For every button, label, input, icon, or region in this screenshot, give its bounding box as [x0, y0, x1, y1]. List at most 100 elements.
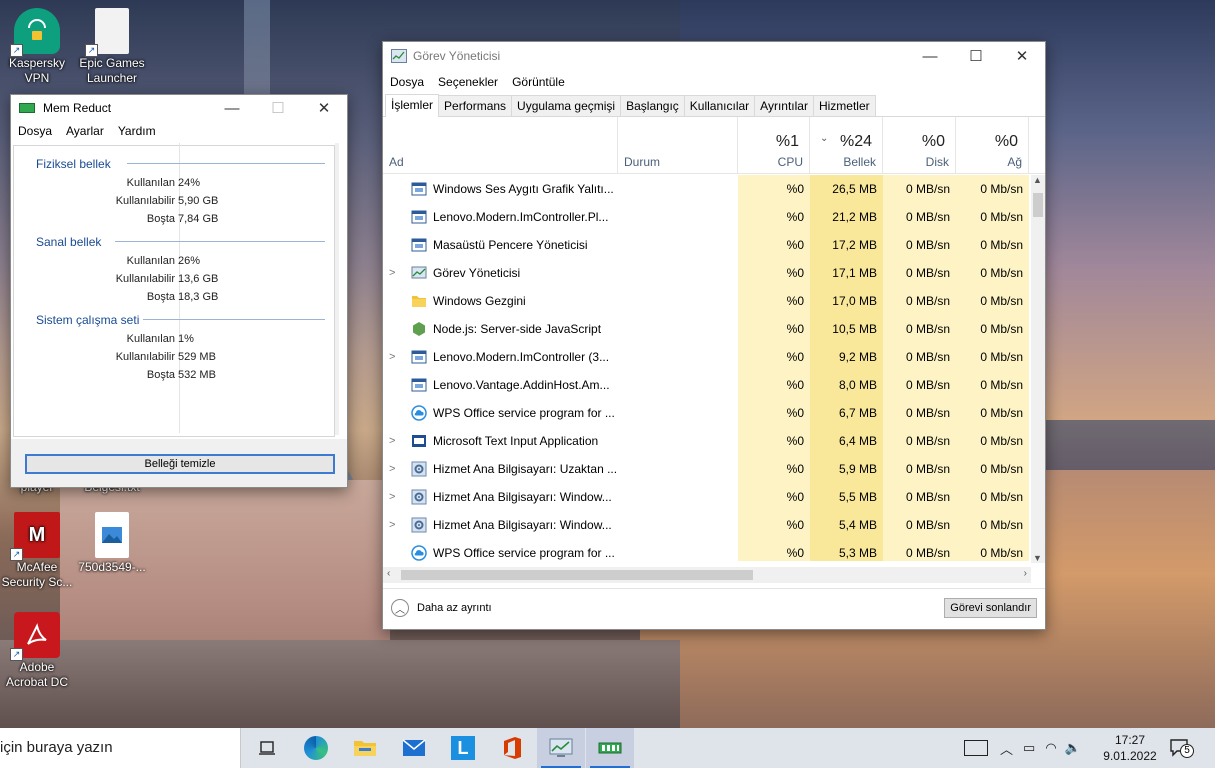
end-task-button[interactable]: Görevi sonlandır [944, 598, 1037, 618]
clean-memory-button[interactable]: Belleği temizle [25, 454, 335, 474]
tab-details[interactable]: Ayrıntılar [754, 95, 814, 116]
maximize-button[interactable]: ☐ [953, 43, 999, 69]
tab-users[interactable]: Kullanıcılar [683, 95, 756, 116]
tab-startup[interactable]: Başlangıç [620, 95, 685, 116]
minimize-button[interactable]: — [209, 95, 255, 121]
taskmgr-menubar: Dosya Seçenekler Görüntüle [383, 72, 1045, 92]
expand-chevron-icon[interactable]: > [389, 343, 395, 371]
expand-chevron-icon[interactable]: > [389, 427, 395, 455]
taskbar-mail[interactable] [390, 728, 438, 768]
column-header-network[interactable]: %0 Ağ [956, 117, 1029, 173]
desktop-icon-mcafee[interactable]: M ↗ McAfee Security Sc... [0, 512, 74, 590]
taskbar-edge[interactable] [292, 728, 340, 768]
scroll-up-icon[interactable]: ▲ [1033, 175, 1042, 185]
process-row[interactable]: > Hizmet Ana Bilgisayarı: Window... %0 5,5 … [383, 483, 1029, 511]
menu-goruntule[interactable]: Görüntüle [512, 75, 565, 89]
process-row[interactable]: Windows Gezgini %0 17,0 MB 0 MB/sn 0 Mb/sn [383, 287, 1029, 315]
process-row[interactable]: > Hizmet Ana Bilgisayarı: Window... %0 5,4 … [383, 511, 1029, 539]
menu-secenekler[interactable]: Seçenekler [438, 75, 498, 89]
menu-dosya[interactable]: Dosya [18, 124, 52, 138]
process-row[interactable]: Lenovo.Modern.ImController.Pl... %0 21,2 M… [383, 203, 1029, 231]
show-hidden-icons-icon[interactable]: ︿ [1000, 739, 1013, 758]
tab-app-history[interactable]: Uygulama geçmişi [511, 95, 622, 116]
process-row[interactable]: > Hizmet Ana Bilgisayarı: Uzaktan ... %0 5,… [383, 455, 1029, 483]
maximize-button[interactable]: ☐ [255, 95, 301, 121]
column-header-memory[interactable]: ⌄ %24 Bellek [810, 117, 883, 173]
memreduct-icon [598, 742, 622, 754]
process-row[interactable]: Windows Ses Aygıtı Grafik Yalıtı... %0 26,… [383, 175, 1029, 203]
panel-scrollbar[interactable] [335, 143, 339, 435]
taskmgr-window: Görev Yöneticisi — ☐ ✕ Dosya Seçenekler … [382, 41, 1046, 630]
clock[interactable]: 17:27 9.01.2022 [1100, 732, 1160, 764]
process-row[interactable]: > Lenovo.Modern.ImController (3... %0 9,2 M… [383, 343, 1029, 371]
horizontal-scrollbar[interactable]: ‹ › [383, 567, 1031, 583]
process-disk: 0 MB/sn [883, 259, 956, 287]
process-memory: 6,7 MB [810, 399, 883, 427]
wifi-icon[interactable]: ◠ [1045, 740, 1056, 756]
stat-value: 532 MB [178, 369, 216, 381]
vertical-scrollbar[interactable]: ▲ ▼ [1031, 175, 1045, 563]
task-view-button[interactable] [243, 728, 291, 768]
window-icon [411, 377, 427, 393]
process-row[interactable]: WPS Office service program for ... %0 5,3 … [383, 539, 1029, 561]
minimize-button[interactable]: — [907, 43, 953, 69]
column-header-status[interactable]: Durum [618, 117, 738, 173]
taskbar-file-explorer[interactable] [341, 728, 389, 768]
notification-center-button[interactable]: 5 [1170, 738, 1194, 758]
expand-chevron-icon[interactable]: > [389, 259, 395, 287]
column-header-cpu[interactable]: %1 CPU [738, 117, 810, 173]
process-memory: 5,9 MB [810, 455, 883, 483]
process-row[interactable]: Masaüstü Pencere Yöneticisi %0 17,2 MB 0 MB… [383, 231, 1029, 259]
taskbar-lenovo[interactable]: L [439, 728, 487, 768]
process-row[interactable]: > Görev Yöneticisi %0 17,1 MB 0 MB/sn 0 Mb/sn [383, 259, 1029, 287]
taskbar-office[interactable] [488, 728, 536, 768]
touch-keyboard-icon[interactable] [964, 740, 988, 756]
taskbar-taskmgr[interactable] [537, 728, 585, 768]
column-header-name[interactable]: Ad [383, 117, 618, 173]
expand-chevron-icon[interactable]: > [389, 455, 395, 483]
desktop-icon-image-file[interactable]: 750d3549-... [75, 512, 149, 575]
menu-ayarlar[interactable]: Ayarlar [66, 124, 104, 138]
window-title: Mem Reduct [43, 101, 112, 115]
process-network: 0 Mb/sn [956, 175, 1029, 203]
scroll-thumb[interactable] [1033, 193, 1043, 217]
fewer-details-link[interactable]: ︿ Daha az ayrıntı [391, 599, 492, 617]
stat-value: 26% [178, 255, 201, 267]
expand-chevron-icon[interactable]: > [389, 483, 395, 511]
memreduct-titlebar[interactable]: Mem Reduct — ☐ ✕ [11, 95, 347, 121]
process-network: 0 Mb/sn [956, 399, 1029, 427]
process-memory: 10,5 MB [810, 315, 883, 343]
close-button[interactable]: ✕ [301, 95, 347, 121]
taskmgr-titlebar[interactable]: Görev Yöneticisi — ☐ ✕ [383, 42, 1045, 70]
process-cpu: %0 [738, 175, 810, 203]
stat-row: Kullanılabilir 13,6 GB [11, 273, 331, 291]
scroll-left-icon[interactable]: ‹ [387, 568, 390, 579]
expand-chevron-icon[interactable]: > [389, 511, 395, 539]
process-row[interactable]: > Microsoft Text Input Application %0 6,4 M… [383, 427, 1029, 455]
scroll-thumb[interactable] [401, 570, 753, 580]
stat-row: Kullanılan 26% [11, 255, 331, 273]
process-row[interactable]: Lenovo.Vantage.AddinHost.Am... %0 8,0 MB 0 … [383, 371, 1029, 399]
process-memory: 5,4 MB [810, 511, 883, 539]
taskbar-memreduct[interactable] [586, 728, 634, 768]
column-header-disk[interactable]: %0 Disk [883, 117, 956, 173]
volume-icon[interactable]: 🔈 [1065, 740, 1081, 756]
menu-dosya[interactable]: Dosya [390, 75, 424, 89]
tab-processes[interactable]: İşlemler [385, 94, 440, 117]
tab-performance[interactable]: Performans [438, 95, 513, 116]
process-disk: 0 MB/sn [883, 287, 956, 315]
process-row[interactable]: Node.js: Server-side JavaScript %0 10,5 MB… [383, 315, 1029, 343]
battery-icon[interactable]: ▭ [1023, 740, 1035, 756]
desktop-icon-epic-games[interactable]: ↗ Epic Games Launcher [75, 8, 149, 86]
taskmgr-icon [411, 265, 427, 281]
process-row[interactable]: WPS Office service program for ... %0 6,7 … [383, 399, 1029, 427]
desktop-icon-kaspersky-vpn[interactable]: ↗ Kaspersky VPN [0, 8, 74, 86]
menu-yardim[interactable]: Yardım [118, 124, 156, 138]
close-button[interactable]: ✕ [999, 43, 1045, 69]
search-box[interactable]: için buraya yazın [0, 728, 241, 768]
desktop-icon-adobe-acrobat[interactable]: ↗ Adobe Acrobat DC [0, 612, 74, 690]
process-network: 0 Mb/sn [956, 511, 1029, 539]
tab-services[interactable]: Hizmetler [812, 95, 876, 116]
scroll-down-icon[interactable]: ▼ [1033, 553, 1042, 563]
scroll-right-icon[interactable]: › [1024, 568, 1027, 579]
